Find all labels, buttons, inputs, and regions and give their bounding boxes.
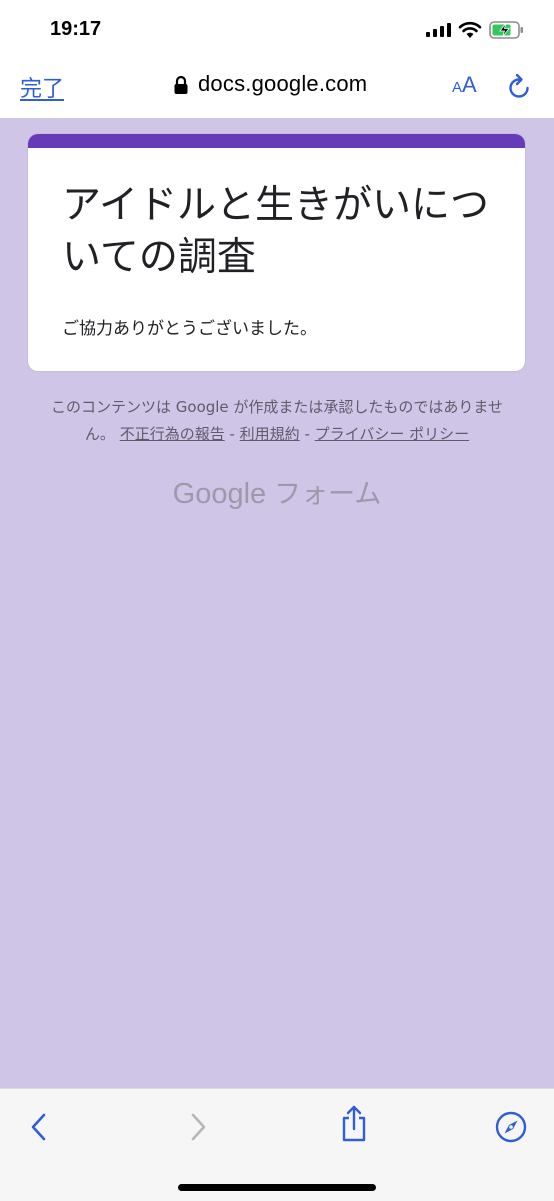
wifi-icon — [458, 21, 482, 38]
done-button[interactable]: 完了 — [20, 71, 64, 103]
status-time: 19:17 — [50, 18, 102, 40]
google-forms-logo[interactable]: Google フォーム — [0, 472, 554, 511]
form-title: アイドルと生きがいについての調査 — [62, 183, 490, 280]
link-separator: - — [299, 425, 315, 443]
signal-icon — [426, 23, 451, 37]
confirmation-message: ご協力ありがとうございました。 — [62, 319, 317, 339]
compass-icon[interactable] — [494, 1110, 528, 1144]
back-icon[interactable] — [28, 1112, 50, 1142]
share-icon[interactable] — [339, 1105, 369, 1143]
report-abuse-link[interactable]: 不正行為の報告 — [120, 425, 225, 443]
privacy-policy-link[interactable]: プライバシー ポリシー — [315, 425, 469, 443]
battery-charging-icon — [489, 21, 523, 39]
text-size-large: A — [462, 72, 477, 97]
text-size-button[interactable]: AA — [452, 72, 477, 98]
form-card: アイドルと生きがいについての調査 ご協力ありがとうございました。 — [28, 134, 525, 371]
form-accent-stripe — [28, 134, 525, 148]
home-indicator — [178, 1184, 376, 1191]
brand-product: フォーム — [274, 479, 382, 510]
terms-link[interactable]: 利用規約 — [240, 425, 300, 443]
text-size-small: A — [452, 79, 463, 96]
footer-disclaimer: このコンテンツは Google が作成または承認したものではありません。 不正行… — [40, 394, 514, 448]
browser-address-bar: 完了 docs.google.com AA — [0, 58, 554, 118]
link-separator: - — [224, 425, 240, 443]
reload-icon[interactable] — [506, 73, 532, 101]
lock-icon — [174, 75, 188, 94]
url-text[interactable]: docs.google.com — [198, 71, 367, 97]
brand-google: Google — [172, 478, 267, 510]
forward-icon[interactable] — [187, 1112, 209, 1142]
status-bar: 19:17 — [0, 0, 554, 58]
